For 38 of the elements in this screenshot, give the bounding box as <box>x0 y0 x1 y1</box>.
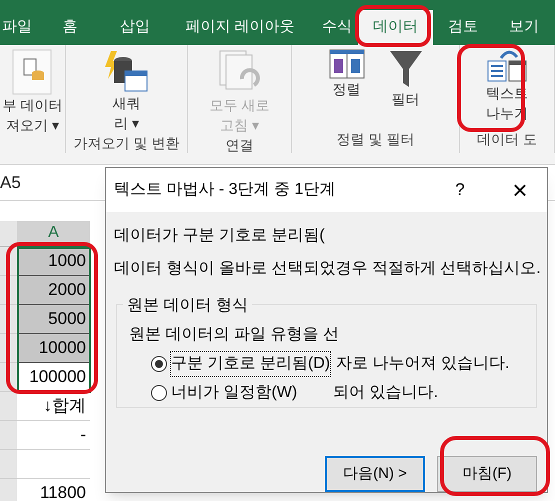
ribbon-tab[interactable]: 검토 <box>433 10 493 45</box>
ribbon-tab[interactable]: 수식 <box>316 10 358 45</box>
select-all-corner[interactable] <box>0 221 17 247</box>
radio-button[interactable] <box>151 356 167 372</box>
dialog-button[interactable]: 마침(F) <box>437 456 537 492</box>
help-button[interactable]: ? <box>445 177 475 203</box>
close-button[interactable]: × <box>505 177 535 203</box>
ribbon-button[interactable]: 새쿼 리 ▾ <box>104 49 148 133</box>
instruction-text: 데이터 형식이 올바로 선택되었경우 적절하게 선택하십시오. <box>114 259 539 279</box>
option-description: 되어 있습니다. <box>333 382 438 403</box>
option-description: 자로 나누어져 있습니다. <box>336 354 510 374</box>
table-cell: 5000 <box>17 305 90 334</box>
radio-button[interactable] <box>151 384 167 401</box>
radio-label[interactable]: 너비가 일정함(W) <box>171 380 298 405</box>
sort-icon <box>328 49 364 79</box>
prompt-text: 원본 데이터의 파일 유형을 선 <box>129 325 340 345</box>
ribbon-tab[interactable]: 파일 <box>0 10 34 45</box>
ribbon-tab[interactable]: 페이지 레이아웃 <box>164 10 316 45</box>
group-label: 연결 <box>226 136 254 155</box>
document-database-icon <box>12 49 52 95</box>
table-cell: 2000 <box>17 276 90 305</box>
text-split-icon <box>487 49 527 83</box>
dialog-button[interactable]: 다음(N) > <box>325 456 425 492</box>
instruction-text: 데이터가 구분 기호로 분리됨( <box>114 226 326 246</box>
ribbon-button[interactable]: 정렬 <box>328 49 364 99</box>
ribbon-tab[interactable]: 삽입 <box>106 10 164 45</box>
group-label: 정렬 및 필터 <box>336 130 414 149</box>
database-table-icon <box>104 49 148 93</box>
filter-icon <box>388 49 422 89</box>
ribbon-button[interactable]: 부 데이터 져오기 ▾ <box>2 49 62 135</box>
table-cell: 10000 <box>17 334 90 363</box>
ribbon-tab[interactable]: 보기 <box>493 10 555 45</box>
group-label: 가져오기 및 변환 <box>74 134 180 153</box>
ribbon-button[interactable]: 필터 <box>388 49 422 109</box>
dialog-title: 텍스트 마법사 - 3단계 중 1단계 <box>114 180 336 200</box>
ribbon-tab[interactable]: 홈 <box>34 10 106 45</box>
radio-label[interactable]: 구분 기호로 분리됨(D) <box>171 352 330 376</box>
group-label: 데이터 도 <box>477 130 537 149</box>
